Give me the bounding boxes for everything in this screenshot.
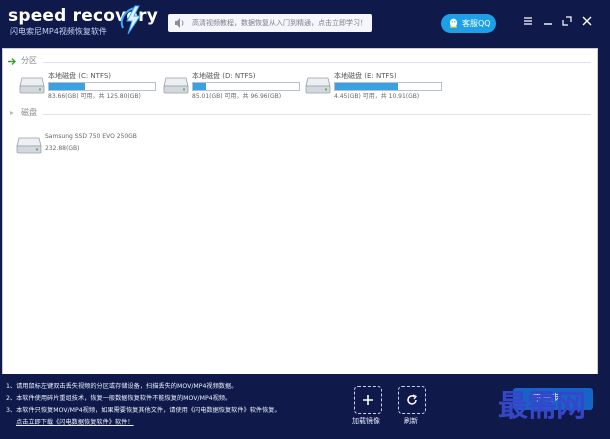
load-image-button[interactable] bbox=[354, 386, 382, 414]
minimize-icon[interactable] bbox=[542, 15, 554, 27]
usage-bar-fill bbox=[335, 83, 398, 90]
collapse-marker-icon[interactable] bbox=[9, 110, 15, 116]
watermark: 最需网 bbox=[498, 389, 586, 424]
plus-icon bbox=[363, 395, 373, 405]
app-window: speed recovery 闪电索尼MP4视频恢复软件 高清视频教程，数据恢复… bbox=[0, 0, 610, 439]
partitions-label: 分区 bbox=[21, 56, 37, 65]
refresh-icon bbox=[407, 394, 418, 405]
tip-1: 1、请用鼠标左键双击丢失视频的分区或存储设备，扫描丢失的MOV/MP4视频数据。 bbox=[6, 383, 238, 390]
partition-item-e[interactable]: 本地磁盘 (E: NTFS) 4.45(GB) 可用，共 10.91(GB) bbox=[305, 71, 455, 107]
disks-label: 磁盘 bbox=[21, 108, 37, 117]
title-bar: speed recovery 闪电索尼MP4视频恢复软件 高清视频教程，数据恢复… bbox=[0, 0, 610, 48]
expand-arrow-icon[interactable] bbox=[7, 57, 17, 66]
speaker-icon bbox=[175, 18, 184, 28]
tip-2: 2、本软件使用碎片重组技术，恢复一般数据恢复软件不能恢复的MOV/MP4视频。 bbox=[6, 395, 232, 402]
partition-item-c[interactable]: 本地磁盘 (C: NTFS) 83.66(GB) 可用，共 125.80(GB) bbox=[19, 71, 169, 107]
partition-name: 本地磁盘 (E: NTFS) bbox=[334, 72, 397, 80]
partition-info: 85.01(GB) 可用，共 96.96(GB) bbox=[192, 93, 282, 100]
hard-drive-icon bbox=[16, 137, 42, 154]
lightning-bolt-icon bbox=[120, 5, 141, 35]
restore-icon[interactable] bbox=[561, 15, 573, 27]
drive-list-panel: 分区 本地磁盘 (C: NTFS) 83.66(GB) 可用，共 125.80(… bbox=[2, 48, 598, 375]
load-image-label: 加载镜像 bbox=[352, 417, 380, 425]
refresh-label: 刷新 bbox=[404, 417, 418, 425]
menu-icon[interactable] bbox=[522, 15, 534, 27]
usage-bar bbox=[334, 82, 442, 91]
disks-divider bbox=[43, 114, 591, 115]
hard-drive-icon bbox=[19, 77, 45, 94]
hard-drive-icon bbox=[163, 77, 189, 94]
usage-bar-fill bbox=[193, 83, 206, 90]
disk-item-samsung[interactable]: Samsung SSD 750 EVO 250GB 232.88(GB) bbox=[16, 132, 176, 158]
close-icon[interactable] bbox=[581, 15, 593, 27]
disk-name: Samsung SSD 750 EVO 250GB bbox=[45, 133, 137, 140]
partition-info: 83.66(GB) 可用，共 125.80(GB) bbox=[48, 93, 141, 100]
usage-bar bbox=[192, 82, 300, 91]
usage-bar bbox=[48, 82, 156, 91]
partition-info: 4.45(GB) 可用，共 10.91(GB) bbox=[334, 93, 420, 100]
qq-penguin-icon bbox=[449, 18, 458, 28]
qq-label: 客服QQ bbox=[462, 19, 491, 28]
notice-text: 高清视频教程，数据恢复从入门到精通，点击立即学习！ bbox=[192, 19, 367, 27]
hard-drive-icon bbox=[305, 77, 331, 94]
tip-3: 3、本软件只恢复MOV/MP4视频，如果需要恢复其他文件，请使用《闪电数据恢复软… bbox=[6, 407, 281, 414]
partition-name: 本地磁盘 (C: NTFS) bbox=[48, 72, 112, 80]
partition-item-d[interactable]: 本地磁盘 (D: NTFS) 85.01(GB) 可用，共 96.96(GB) bbox=[163, 71, 313, 107]
partitions-divider bbox=[43, 62, 591, 63]
notice-banner[interactable]: 高清视频教程，数据恢复从入门到精通，点击立即学习！ bbox=[168, 14, 372, 32]
disk-info: 232.88(GB) bbox=[45, 145, 80, 152]
refresh-button[interactable] bbox=[398, 386, 426, 414]
partition-name: 本地磁盘 (D: NTFS) bbox=[192, 72, 256, 80]
usage-bar-fill bbox=[49, 83, 86, 90]
qq-support-button[interactable]: 客服QQ bbox=[441, 14, 496, 33]
download-link[interactable]: 点击立即下载《闪电数据恢复软件》软件！ bbox=[16, 418, 134, 427]
